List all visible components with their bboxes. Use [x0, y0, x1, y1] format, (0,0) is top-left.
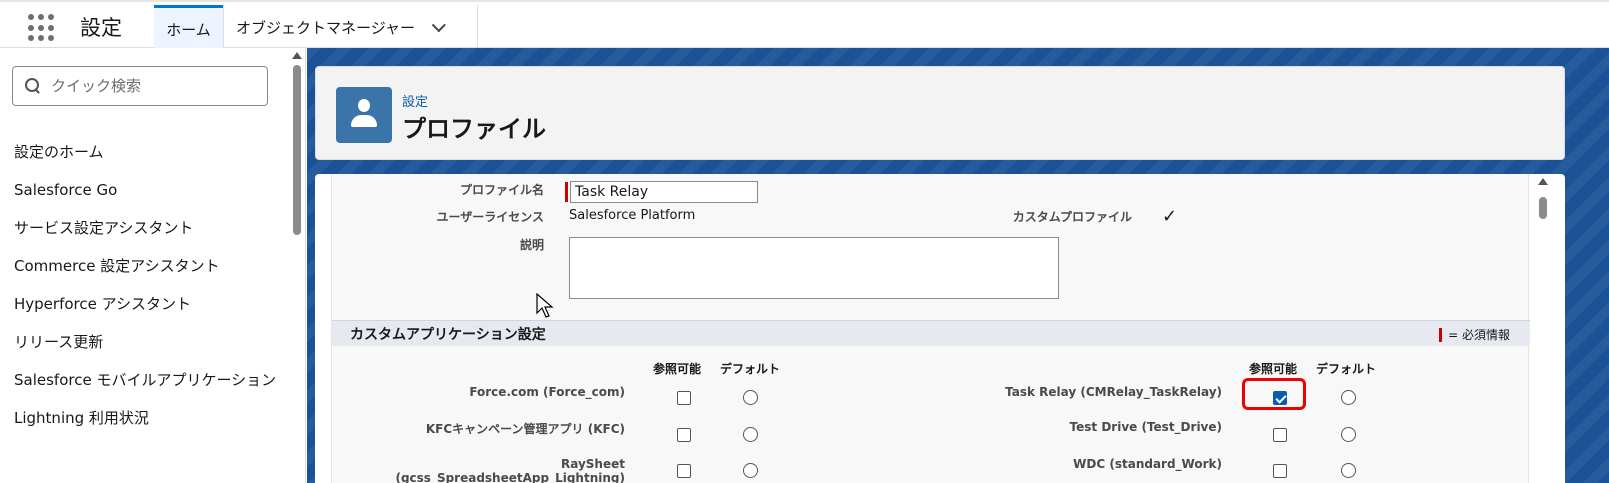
description-textarea[interactable]	[569, 237, 1059, 299]
app-default-radio[interactable]	[743, 463, 758, 478]
app-label: Force.com (Force_com)	[469, 385, 625, 399]
sidebar-item-commerce-setup-assistant[interactable]: Commerce 設定アシスタント	[14, 254, 284, 278]
profile-icon	[336, 87, 392, 143]
scroll-up-arrow-icon[interactable]	[292, 52, 302, 59]
section-title: カスタムアプリケーション設定	[350, 327, 546, 343]
app-name: 設定	[80, 16, 122, 40]
custom-app-section-header: カスタムアプリケーション設定 = 必須情報	[332, 320, 1530, 346]
profile-detail-panel: プロファイル名 ユーザーライセンス Salesforce Platform カス…	[331, 174, 1530, 483]
app-visible-checkbox-checked[interactable]	[1273, 391, 1287, 405]
scrollbar-thumb[interactable]	[1539, 197, 1547, 219]
col-header-visible: 参照可能	[1249, 362, 1298, 376]
tab-object-manager-label: オブジェクトマネージャー	[236, 19, 415, 37]
quick-find-input[interactable]	[51, 77, 251, 95]
app-label: RaySheet (gcss_SpreadsheetApp_Lightning)	[395, 457, 625, 483]
quick-find-box[interactable]	[12, 66, 268, 106]
mouse-cursor-icon	[536, 293, 554, 318]
profile-name-label: プロファイル名	[459, 183, 544, 197]
app-default-radio[interactable]	[743, 390, 758, 405]
sidebar-item-service-setup-assistant[interactable]: サービス設定アシスタント	[14, 216, 284, 240]
page-header: 設定 プロファイル	[315, 66, 1565, 160]
custom-profile-label: カスタムプロファイル	[1012, 210, 1132, 224]
sidebar-item-salesforce-mobile-app[interactable]: Salesforce モバイルアプリケーション	[14, 368, 284, 392]
app-default-radio[interactable]	[1341, 390, 1356, 405]
user-license-label: ユーザーライセンス	[436, 210, 544, 224]
custom-profile-check-icon: ✓	[1162, 206, 1178, 227]
breadcrumb[interactable]: 設定	[402, 91, 428, 110]
sidebar-item-lightning-usage[interactable]: Lightning 利用状況	[14, 406, 284, 430]
user-license-value: Salesforce Platform	[569, 208, 696, 223]
col-header-default: デフォルト	[1316, 362, 1377, 376]
content-scrollbar[interactable]	[1537, 178, 1549, 483]
app-visible-checkbox[interactable]	[1273, 464, 1287, 478]
scroll-up-arrow-icon[interactable]	[1538, 178, 1548, 185]
required-legend: = 必須情報	[1439, 326, 1510, 343]
required-legend-text: = 必須情報	[1448, 328, 1510, 342]
col-header-default: デフォルト	[720, 362, 781, 376]
app-visible-checkbox[interactable]	[1273, 428, 1287, 442]
tab-object-manager[interactable]: オブジェクトマネージャー	[223, 5, 478, 50]
app-label: Test Drive (Test_Drive)	[1069, 420, 1222, 434]
sidebar-scrollbar[interactable]	[292, 52, 302, 483]
profile-edit-card: プロファイル名 ユーザーライセンス Salesforce Platform カス…	[315, 174, 1565, 483]
search-icon	[25, 78, 41, 94]
global-header: 設定 ホーム オブジェクトマネージャー	[0, 0, 1609, 50]
chevron-down-icon[interactable]	[431, 17, 446, 32]
app-default-radio[interactable]	[1341, 463, 1356, 478]
app-label: WDC (standard_Work)	[1073, 457, 1222, 471]
app-default-radio[interactable]	[1341, 427, 1356, 442]
app-default-radio[interactable]	[743, 427, 758, 442]
app-label: KFCキャンペーン管理アプリ (KFC)	[425, 422, 625, 436]
main-content: 設定 プロファイル プロファイル名 ユーザーライセンス Salesforce P…	[307, 48, 1609, 483]
sidebar-item-hyperforce-assistant[interactable]: Hyperforce アシスタント	[14, 292, 284, 316]
col-header-visible: 参照可能	[653, 362, 702, 376]
app-visible-checkbox[interactable]	[677, 391, 691, 405]
profile-name-input[interactable]	[570, 181, 758, 203]
sidebar-item-release-updates[interactable]: リリース更新	[14, 330, 284, 354]
sidebar-item-salesforce-go[interactable]: Salesforce Go	[14, 178, 284, 202]
scrollbar-thumb[interactable]	[293, 65, 301, 235]
app-visible-checkbox[interactable]	[677, 428, 691, 442]
setup-sidebar: 設定のホーム Salesforce Go サービス設定アシスタント Commer…	[0, 48, 306, 483]
app-label: Task Relay (CMRelay_TaskRelay)	[1005, 385, 1222, 399]
app-visible-checkbox[interactable]	[677, 464, 691, 478]
tab-home[interactable]: ホーム	[154, 5, 223, 50]
app-launcher-icon[interactable]	[28, 14, 58, 42]
description-label: 説明	[519, 238, 544, 252]
required-indicator	[1439, 327, 1443, 342]
sidebar-item-setup-home[interactable]: 設定のホーム	[14, 140, 284, 164]
required-indicator	[565, 182, 568, 202]
page-title: プロファイル	[402, 115, 546, 143]
sidebar-nav: 設定のホーム Salesforce Go サービス設定アシスタント Commer…	[14, 140, 284, 444]
